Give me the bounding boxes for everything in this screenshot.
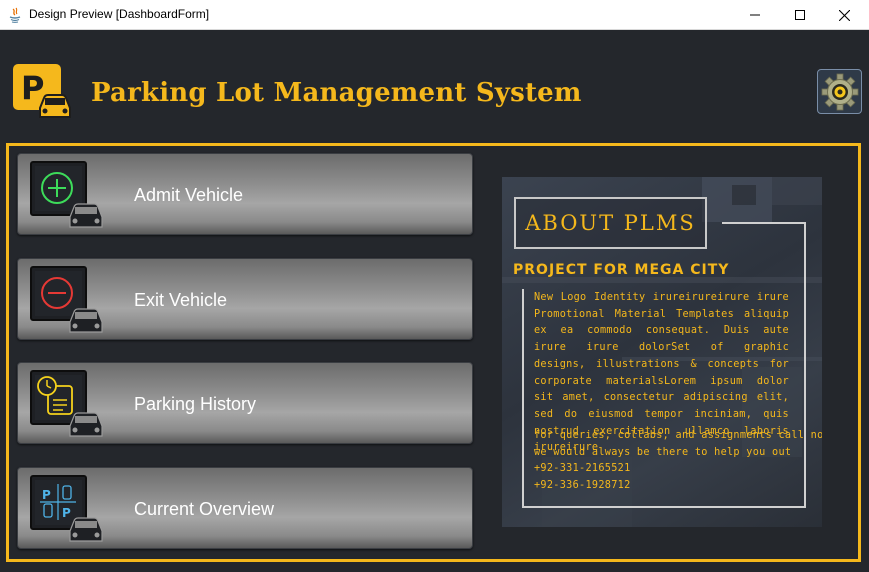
contact-line: we would always be there to help you out: [534, 446, 792, 458]
close-icon: [839, 9, 850, 21]
about-frame-line: [522, 289, 524, 508]
about-heading-box: ABOUT PLMS: [514, 197, 707, 249]
about-frame-line: [522, 506, 806, 508]
svg-text:P: P: [21, 69, 44, 107]
about-frame-line: [804, 222, 806, 508]
window-title: Design Preview [DashboardForm]: [29, 7, 210, 21]
maximize-button[interactable]: [777, 0, 822, 30]
close-button[interactable]: [822, 0, 867, 30]
current-overview-icon: P P: [30, 475, 103, 542]
phone-number: +92-331-2165521: [534, 463, 631, 475]
about-panel: ABOUT PLMS PROJECT FOR MEGA CITY New Log…: [502, 177, 822, 527]
admit-vehicle-button[interactable]: Admit Vehicle: [17, 153, 473, 235]
about-contact: for queries, collabs, and assignments ca…: [534, 428, 822, 495]
svg-text:P: P: [62, 506, 71, 520]
exit-vehicle-label: Exit Vehicle: [134, 290, 228, 310]
about-heading: ABOUT PLMS: [525, 211, 696, 235]
phone-number: +92-336-1928712: [534, 480, 631, 492]
about-frame-line: [722, 222, 806, 224]
minimize-button[interactable]: [732, 0, 777, 30]
parking-history-icon: [30, 370, 103, 437]
java-app-icon: [9, 7, 21, 23]
settings-button[interactable]: [817, 69, 862, 114]
svg-text:P: P: [42, 488, 51, 502]
minimize-icon: [749, 14, 760, 16]
admit-vehicle-label: Admit Vehicle: [134, 185, 244, 205]
parking-history-label: Parking History: [134, 394, 257, 414]
window-titlebar: Design Preview [DashboardForm]: [0, 0, 869, 30]
contact-line: for queries, collabs, and assignments ca…: [534, 430, 822, 441]
parking-logo-icon: P: [13, 64, 71, 118]
current-overview-label: Current Overview: [134, 499, 275, 519]
exit-vehicle-button[interactable]: Exit Vehicle: [17, 258, 473, 340]
maximize-icon: [794, 10, 805, 20]
exit-vehicle-icon: [30, 266, 103, 333]
gear-icon: [821, 73, 858, 110]
admit-vehicle-icon: [30, 161, 103, 228]
parking-history-button[interactable]: Parking History: [17, 362, 473, 444]
current-overview-button[interactable]: P P Current Overview: [17, 467, 473, 549]
about-subheading: PROJECT FOR MEGA CITY: [513, 262, 730, 278]
page-title: Parking Lot Management System: [91, 78, 582, 108]
